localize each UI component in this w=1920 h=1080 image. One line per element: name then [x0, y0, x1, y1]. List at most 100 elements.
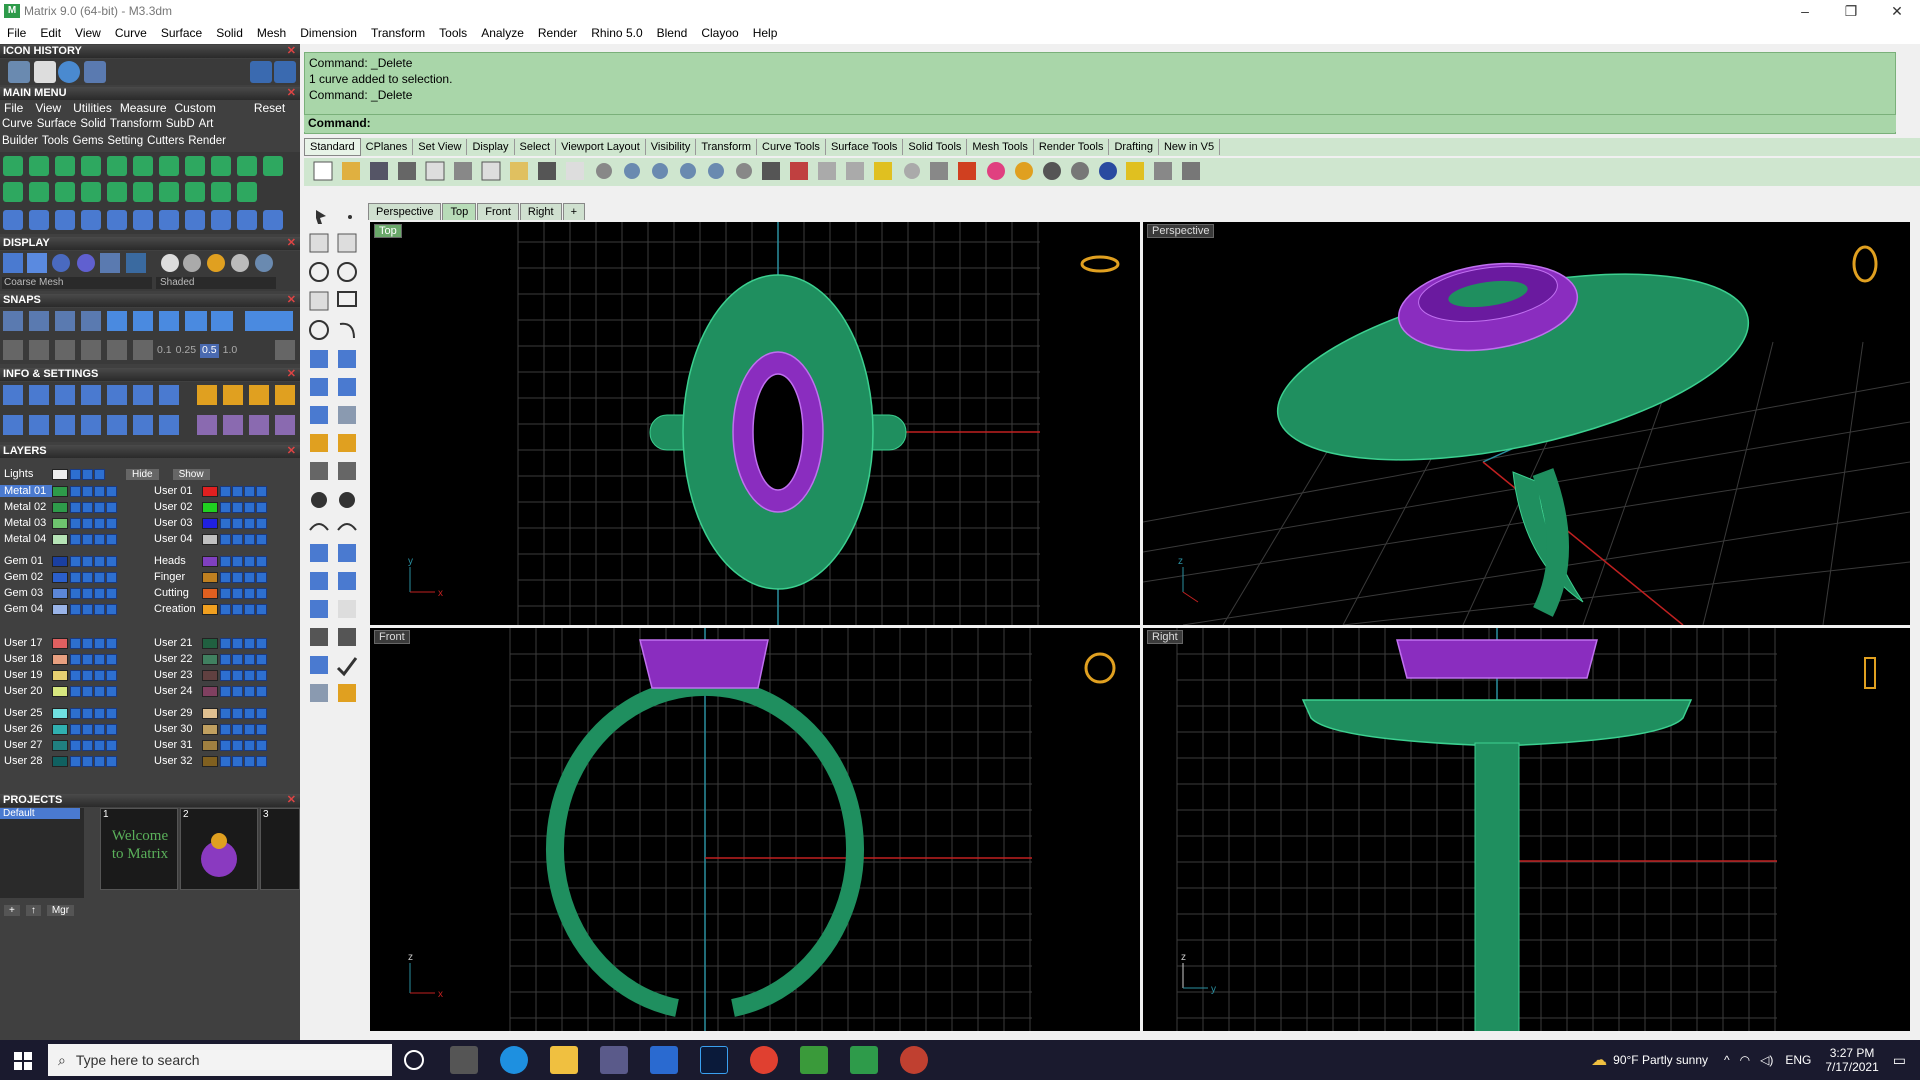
layer-toggle-icon[interactable] — [106, 637, 117, 649]
layer-color-swatch[interactable] — [52, 587, 68, 599]
layer-row[interactable]: User 19 — [0, 668, 118, 682]
builder-tool-icons[interactable] — [0, 152, 300, 234]
layer-toggle-icon[interactable] — [244, 603, 255, 615]
menu-tools[interactable]: Tools — [432, 26, 474, 40]
clock[interactable]: 3:27 PM 7/17/2021 — [1825, 1046, 1878, 1074]
snap-value[interactable]: 0.1 — [157, 344, 172, 358]
layer-toggle-icon[interactable] — [244, 739, 255, 751]
display-mode-icons[interactable] — [0, 251, 300, 275]
layer-color-swatch[interactable] — [52, 485, 68, 497]
layer-color-swatch[interactable] — [52, 517, 68, 529]
menu-file[interactable]: File — [0, 26, 33, 40]
layer-toggle-icon[interactable] — [106, 707, 117, 719]
viewport-perspective[interactable]: z Perspective — [1143, 222, 1910, 625]
layer-toggle-icon[interactable] — [244, 755, 255, 767]
history-icon[interactable] — [84, 61, 106, 83]
layer-row[interactable]: Metal 02 — [0, 500, 118, 514]
layer-color-swatch[interactable] — [52, 603, 68, 615]
layer-toggle-icon[interactable] — [94, 653, 105, 665]
layer-toggle-icon[interactable] — [70, 571, 81, 583]
close-icon[interactable]: ✕ — [287, 445, 296, 458]
close-icon[interactable]: ✕ — [287, 45, 296, 58]
menu-solid-item[interactable]: Solid — [80, 118, 106, 132]
layer-toggle-icon[interactable] — [106, 755, 117, 767]
up-project-button[interactable]: ↑ — [25, 904, 41, 916]
manager-button[interactable]: Mgr — [46, 904, 75, 916]
layer-toggle-icon[interactable] — [232, 517, 243, 529]
close-icon[interactable]: ✕ — [287, 368, 296, 381]
layer-toggle-icon[interactable] — [232, 485, 243, 497]
menu-render-item[interactable]: Render — [188, 135, 226, 149]
layer-row[interactable]: Gem 03 — [0, 586, 118, 600]
layer-toggle-icon[interactable] — [244, 555, 255, 567]
layer-color-swatch[interactable] — [202, 669, 218, 681]
layer-toggle-icon[interactable] — [244, 685, 255, 697]
layer-toggle-icon[interactable] — [244, 571, 255, 583]
close-icon[interactable]: ✕ — [287, 237, 296, 250]
main-menu-utilities[interactable]: Utilities — [69, 101, 116, 115]
tab-curve-tools[interactable]: Curve Tools — [757, 139, 826, 155]
notification-icon[interactable]: ▭ — [1893, 1052, 1906, 1069]
command-prompt[interactable]: Command: — [304, 114, 1896, 132]
layer-toggle-icon[interactable] — [82, 637, 93, 649]
layer-toggle-icon[interactable] — [106, 669, 117, 681]
layer-toggle-icon[interactable] — [94, 637, 105, 649]
layer-toggle-icon[interactable] — [256, 739, 267, 751]
layer-row[interactable]: User 02 — [150, 500, 268, 514]
layer-toggle-icon[interactable] — [70, 587, 81, 599]
layer-color-swatch[interactable] — [202, 685, 218, 697]
forward-arrow-icon[interactable] — [274, 61, 296, 83]
layer-toggle-icon[interactable] — [106, 485, 117, 497]
layer-color-swatch[interactable] — [52, 533, 68, 545]
layer-toggle-icon[interactable] — [82, 533, 93, 545]
menu-blend[interactable]: Blend — [650, 26, 695, 40]
viewport-front[interactable]: z x Front — [370, 628, 1140, 1031]
menu-cutters-item[interactable]: Cutters — [147, 135, 184, 149]
project-thumb-1[interactable]: 1 Welcome to Matrix — [100, 808, 178, 890]
layer-row[interactable]: User 30 — [150, 722, 268, 736]
language-indicator[interactable]: ENG — [1785, 1053, 1811, 1067]
layer-toggle-icon[interactable] — [70, 723, 81, 735]
project-thumb-2[interactable]: 2 — [180, 808, 258, 890]
layer-toggle-icon[interactable] — [256, 755, 267, 767]
tab-viewport-layout[interactable]: Viewport Layout — [556, 139, 646, 155]
layer-color-swatch[interactable] — [52, 571, 68, 583]
layer-row[interactable]: User 27 — [0, 738, 118, 752]
layer-toggle-icon[interactable] — [82, 739, 93, 751]
menu-builder-item[interactable]: Builder — [2, 135, 38, 149]
layer-color-swatch[interactable] — [52, 669, 68, 681]
layer-toggle-icon[interactable] — [82, 603, 93, 615]
layer-toggle-icon[interactable] — [220, 603, 231, 615]
layer-row[interactable]: Cutting — [150, 586, 268, 600]
hide-button[interactable]: Hide — [126, 468, 159, 480]
layer-toggle-icon[interactable] — [70, 707, 81, 719]
layer-toggle-icon[interactable] — [106, 653, 117, 665]
layer-toggle-icon[interactable] — [70, 739, 81, 751]
menu-curve-item[interactable]: Curve — [2, 118, 33, 132]
layer-row[interactable]: Metal 04 — [0, 532, 118, 546]
viewport-label-top[interactable]: Top — [374, 224, 402, 238]
layer-color-swatch[interactable] — [202, 755, 218, 767]
layer-row[interactable]: User 32 — [150, 754, 268, 768]
chrome-profile-icon[interactable] — [900, 1046, 928, 1074]
menu-curve[interactable]: Curve — [108, 26, 154, 40]
layer-row[interactable]: Gem 04 — [0, 602, 118, 616]
layer-row[interactable]: User 29 — [150, 706, 268, 720]
layer-toggle-icon[interactable] — [106, 587, 117, 599]
tab-render-tools[interactable]: Render Tools — [1034, 139, 1110, 155]
viewport-right[interactable]: z y Right — [1143, 628, 1910, 1031]
store-icon[interactable] — [600, 1046, 628, 1074]
tab-right[interactable]: Right — [519, 203, 562, 220]
layer-toggle-icon[interactable] — [232, 603, 243, 615]
tab-perspective[interactable]: Perspective — [368, 203, 442, 220]
layer-row[interactable]: User 23 — [150, 668, 268, 682]
layer-toggle-icon[interactable] — [70, 755, 81, 767]
layer-toggle-icon[interactable] — [70, 555, 81, 567]
layer-toggle-icon[interactable] — [232, 707, 243, 719]
layer-toggle-icon[interactable] — [256, 501, 267, 513]
standard-tool-icons[interactable] — [304, 158, 1204, 186]
close-icon[interactable]: ✕ — [287, 794, 296, 807]
network-icon[interactable]: ◠ — [1740, 1053, 1750, 1067]
layer-color-swatch[interactable] — [202, 723, 218, 735]
tab-standard[interactable]: Standard — [304, 138, 361, 156]
